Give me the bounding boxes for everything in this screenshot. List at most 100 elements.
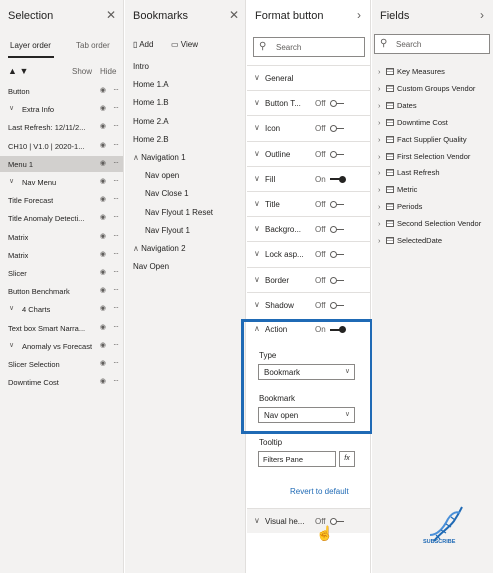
bookmark-item[interactable]: Nav Open [133,262,169,271]
selection-row[interactable]: Downtime Cost ◉ ··· [0,374,123,390]
more-options-icon[interactable]: ··· [113,267,119,276]
visibility-eye-icon[interactable]: ◉ [100,341,106,349]
format-card-toggle[interactable] [330,226,346,234]
chevron-right-icon[interactable]: › [378,67,386,76]
more-options-icon[interactable]: ··· [113,176,119,185]
field-table-row[interactable]: › Key Measures [378,67,445,76]
chevron-right-icon[interactable]: › [378,219,386,228]
move-down-icon[interactable]: ▼ [19,66,28,76]
selection-row[interactable]: ∨ Extra Info ◉ ··· [0,101,123,117]
bookmark-group[interactable]: ∧ Navigation 1 [133,153,186,162]
more-options-icon[interactable]: ··· [113,212,119,221]
fields-search-input[interactable]: ⚲ Search [374,34,490,54]
chevron-right-icon[interactable]: › [378,101,386,110]
chevron-up-icon[interactable]: ∧ [133,153,141,162]
tab-tab-order[interactable]: Tab order [76,41,110,50]
more-options-icon[interactable]: ··· [113,303,119,312]
format-search-input[interactable]: ⚲ Search [253,37,365,57]
close-icon[interactable]: ✕ [106,8,116,22]
format-card-toggle[interactable] [330,201,346,208]
selection-row[interactable]: Last Refresh: 12/11/2... ◉ ··· [0,119,123,135]
format-card-toggle[interactable] [330,150,346,158]
selection-row[interactable]: Slicer Selection ◉ ··· [0,356,123,372]
selection-row[interactable]: ∨ Anomaly vs Forecast ◉ ··· [0,338,123,354]
format-card[interactable]: ∨ Title Off [247,191,370,216]
selection-row[interactable]: ∨ 4 Charts ◉ ··· [0,301,123,317]
visibility-eye-icon[interactable]: ◉ [100,323,106,331]
revert-to-default-link[interactable]: Revert to default [290,487,349,496]
format-card[interactable]: ∨ General [247,65,370,90]
tab-layer-order[interactable]: Layer order [10,41,51,50]
more-options-icon[interactable]: ··· [113,322,119,331]
bookmark-item[interactable]: Home 1.A [133,80,169,89]
field-table-row[interactable]: › Periods [378,202,422,211]
visibility-eye-icon[interactable]: ◉ [100,195,106,203]
format-card-toggle[interactable] [330,100,346,108]
fx-button[interactable]: fx [339,451,355,467]
more-options-icon[interactable]: ··· [113,194,119,203]
type-dropdown[interactable]: Bookmark ∨ [258,364,355,380]
selection-row[interactable]: Slicer ◉ ··· [0,265,123,281]
selection-row[interactable]: ∨ Nav Menu ◉ ··· [0,174,123,190]
bookmark-item[interactable]: Nav Close 1 [145,189,189,198]
more-options-icon[interactable]: ··· [113,231,119,240]
visibility-eye-icon[interactable]: ◉ [100,141,106,149]
move-up-icon[interactable]: ▲ [8,66,17,76]
format-card[interactable]: ∨ Button T... Off [247,90,370,115]
field-table-row[interactable]: › Fact Supplier Quality [378,135,467,144]
format-card[interactable]: ∨ Lock asp... Off [247,241,370,266]
field-table-row[interactable]: › Second Selection Vendor [378,219,481,228]
chevron-right-icon[interactable]: › [378,168,386,177]
close-icon[interactable]: ✕ [229,8,239,22]
more-options-icon[interactable]: ··· [113,140,119,149]
selection-row[interactable]: CH10 | V1.0 | 2020-1... ◉ ··· [0,138,123,154]
selection-row[interactable]: Text box Smart Narra... ◉ ··· [0,320,123,336]
show-all-button[interactable]: Show [72,67,92,76]
visibility-eye-icon[interactable]: ◉ [100,359,106,367]
visual-header-toggle[interactable] [330,518,346,525]
chevron-up-icon[interactable]: ∧ [133,244,141,253]
format-card-toggle[interactable] [330,251,346,259]
chevron-right-icon[interactable]: › [480,8,484,22]
selection-row[interactable]: Button Benchmark ◉ ··· [0,283,123,299]
field-table-row[interactable]: › Downtime Cost [378,118,448,127]
format-card-toggle[interactable] [330,276,346,284]
bookmark-item[interactable]: Nav open [145,171,179,180]
format-card[interactable]: ∨ Border Off [247,266,370,292]
chevron-right-icon[interactable]: › [378,84,386,93]
selection-row[interactable]: Button ◉ ··· [0,83,123,99]
visibility-eye-icon[interactable]: ◉ [100,86,106,94]
more-options-icon[interactable]: ··· [113,121,119,130]
chevron-right-icon[interactable]: › [378,118,386,127]
field-table-row[interactable]: › First Selection Vendor [378,152,470,161]
format-card[interactable]: ∨ Outline Off [247,140,370,166]
more-options-icon[interactable]: ··· [113,103,119,112]
field-table-row[interactable]: › Last Refresh [378,168,440,177]
hide-all-button[interactable]: Hide [100,67,116,76]
chevron-right-icon[interactable]: › [378,202,386,211]
format-card-visual-header[interactable]: ∨ Visual he... Off [247,508,370,533]
bookmark-dropdown[interactable]: Nav open ∨ [258,407,355,423]
visibility-eye-icon[interactable]: ◉ [100,104,106,112]
bookmark-item[interactable]: Intro [133,62,149,71]
format-card-toggle[interactable] [330,175,346,183]
format-card[interactable]: ∨ Icon Off [247,115,370,140]
bookmark-item[interactable]: Nav Flyout 1 [145,226,190,235]
chevron-down-icon[interactable]: ∨ [9,341,14,349]
chevron-down-icon[interactable]: ∨ [9,177,14,185]
chevron-right-icon[interactable]: › [378,135,386,144]
format-card-toggle[interactable] [330,301,346,309]
view-bookmark-button[interactable]: ▭ View [171,40,198,49]
visibility-eye-icon[interactable]: ◉ [100,377,106,385]
visibility-eye-icon[interactable]: ◉ [100,177,106,185]
field-table-row[interactable]: › Dates [378,101,417,110]
chevron-right-icon[interactable]: › [357,8,361,22]
chevron-right-icon[interactable]: › [378,185,386,194]
visibility-eye-icon[interactable]: ◉ [100,250,106,258]
visibility-eye-icon[interactable]: ◉ [100,232,106,240]
format-card[interactable]: ∨ Fill On [247,165,370,191]
add-bookmark-button[interactable]: ▯ Add [133,40,153,49]
chevron-down-icon[interactable]: ∨ [9,304,14,312]
visibility-eye-icon[interactable]: ◉ [100,159,106,167]
more-options-icon[interactable]: ··· [113,158,119,167]
